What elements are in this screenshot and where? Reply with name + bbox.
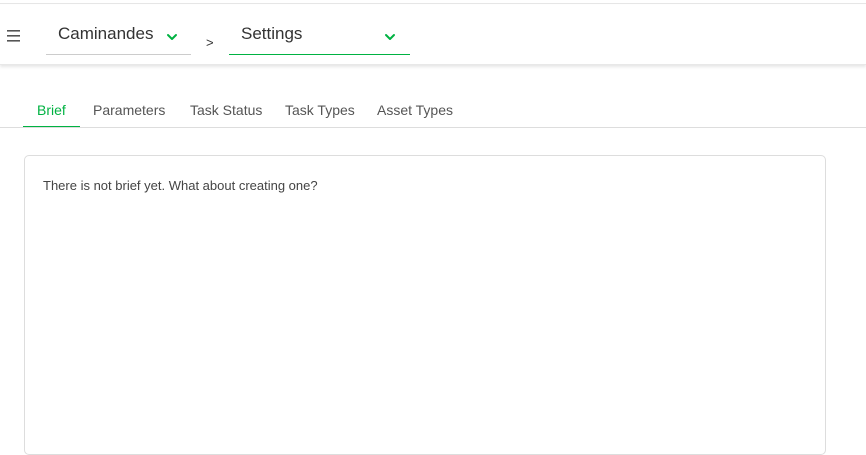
tab-task-types[interactable]: Task Types (271, 94, 369, 127)
chevron-down-icon (166, 30, 178, 42)
breadcrumb-separator: > (206, 35, 214, 50)
top-bar: Caminandes > Settings (0, 5, 866, 65)
settings-tabs: Brief Parameters Task Status Task Types … (0, 94, 866, 128)
tab-asset-types[interactable]: Asset Types (363, 94, 467, 127)
production-selector-label: Caminandes (58, 24, 154, 43)
brief-panel: There is not brief yet. What about creat… (24, 155, 826, 455)
hamburger-menu-icon[interactable] (6, 27, 24, 47)
chevron-down-icon (384, 30, 396, 42)
section-selector-label: Settings (241, 24, 303, 43)
section-selector[interactable]: Settings (229, 19, 410, 55)
brief-empty-message: There is not brief yet. What about creat… (43, 178, 318, 193)
top-divider (0, 0, 866, 4)
tab-brief[interactable]: Brief (23, 94, 80, 127)
production-selector[interactable]: Caminandes (46, 19, 191, 55)
tab-parameters[interactable]: Parameters (79, 94, 179, 127)
tab-task-status[interactable]: Task Status (176, 94, 276, 127)
